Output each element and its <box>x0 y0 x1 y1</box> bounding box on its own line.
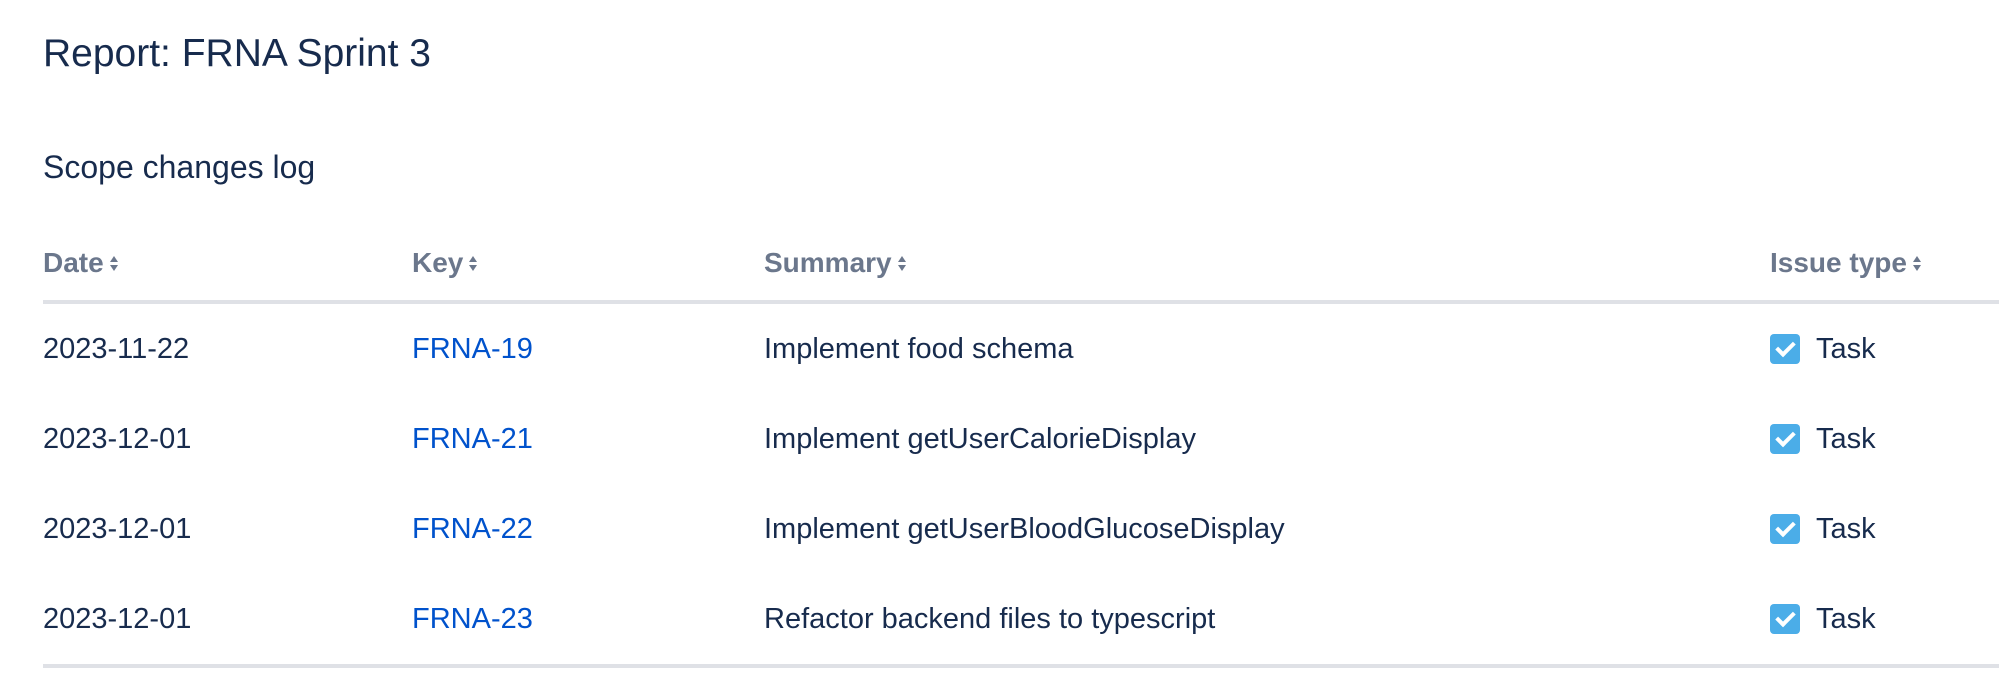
issue-key-link[interactable]: FRNA-21 <box>412 418 533 460</box>
table-header-row: Date Key Summary Issue type <box>43 232 1999 304</box>
issue-key-link[interactable]: FRNA-22 <box>412 508 533 550</box>
table-row: 2023-12-01 FRNA-23 Refactor backend file… <box>43 574 1999 668</box>
issue-key-link[interactable]: FRNA-23 <box>412 598 533 640</box>
issue-type-label: Task <box>1816 603 1876 635</box>
column-header-issue-type[interactable]: Issue type <box>1770 243 1921 283</box>
row-summary: Implement food schema <box>764 333 1074 365</box>
page-title: Report: FRNA Sprint 3 <box>43 32 431 75</box>
sort-icon <box>109 255 118 271</box>
sort-icon <box>1912 255 1921 271</box>
issue-type-label: Task <box>1816 513 1876 545</box>
task-checkbox-icon <box>1770 334 1800 364</box>
table-row: 2023-12-01 FRNA-22 Implement getUserBloo… <box>43 484 1999 574</box>
row-issue-type: Task <box>1770 418 1876 460</box>
issue-key-link[interactable]: FRNA-19 <box>412 328 533 370</box>
scope-changes-table: Date Key Summary Issue type 2023-11-22 F… <box>43 232 1999 668</box>
row-issue-type: Task <box>1770 508 1876 550</box>
row-date: 2023-12-01 <box>43 423 192 455</box>
row-date: 2023-12-01 <box>43 603 192 635</box>
column-header-label: Key <box>412 247 464 278</box>
row-summary: Refactor backend files to typescript <box>764 603 1216 635</box>
task-checkbox-icon <box>1770 514 1800 544</box>
issue-type-label: Task <box>1816 333 1876 365</box>
table-row: 2023-12-01 FRNA-21 Implement getUserCalo… <box>43 394 1999 484</box>
column-header-label: Issue type <box>1770 247 1907 278</box>
issue-type-label: Task <box>1816 423 1876 455</box>
row-summary: Implement getUserCalorieDisplay <box>764 423 1196 455</box>
task-checkbox-icon <box>1770 604 1800 634</box>
row-issue-type: Task <box>1770 328 1876 370</box>
row-date: 2023-11-22 <box>43 333 190 365</box>
row-date: 2023-12-01 <box>43 513 192 545</box>
row-issue-type: Task <box>1770 598 1876 640</box>
task-checkbox-icon <box>1770 424 1800 454</box>
sort-icon <box>897 255 906 271</box>
column-header-label: Date <box>43 247 104 278</box>
row-summary: Implement getUserBloodGlucoseDisplay <box>764 513 1285 545</box>
sort-icon <box>469 255 478 271</box>
column-header-date[interactable]: Date <box>43 243 118 283</box>
column-header-summary[interactable]: Summary <box>764 243 906 283</box>
section-title: Scope changes log <box>43 149 316 185</box>
table-row: 2023-11-22 FRNA-19 Implement food schema… <box>43 304 1999 394</box>
column-header-key[interactable]: Key <box>412 243 478 283</box>
column-header-label: Summary <box>764 247 892 278</box>
